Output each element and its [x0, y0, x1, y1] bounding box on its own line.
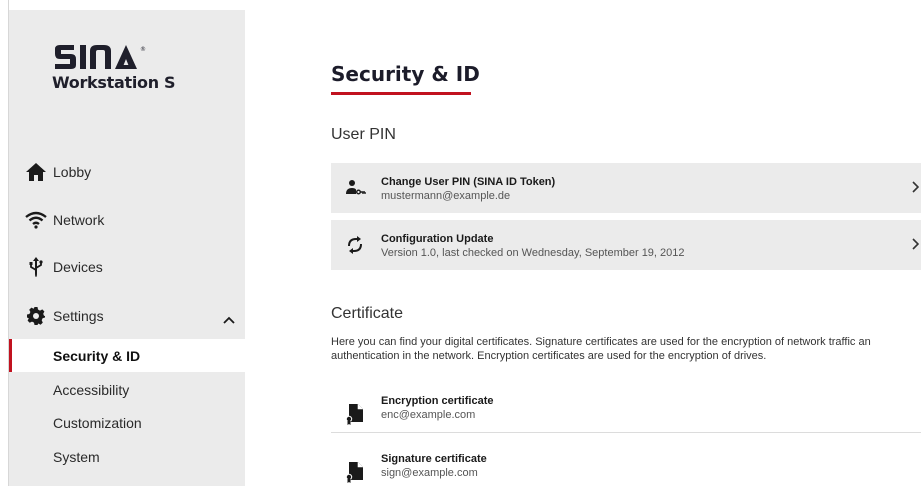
sidebar-subitem-label: Customization: [53, 414, 142, 431]
chevron-right-icon: [911, 181, 920, 196]
sidebar-subitem-customization[interactable]: Customization: [9, 406, 245, 439]
chevron-up-icon[interactable]: [223, 311, 235, 329]
certificate-description: Here you can find your digital certifica…: [331, 336, 871, 362]
sidebar-subitem-security-id[interactable]: Security & ID: [9, 339, 245, 372]
page-title: Security & ID: [331, 62, 480, 86]
main-content: Security & ID User PIN Change User PIN (…: [331, 0, 921, 486]
sidebar-item-label: Settings: [53, 308, 104, 324]
certificate-title: Signature certificate: [381, 453, 487, 465]
sina-logo-mark: ®: [52, 43, 152, 71]
sync-icon: [343, 233, 367, 257]
card-title: Configuration Update: [381, 233, 494, 245]
certificate-title: Encryption certificate: [381, 395, 494, 407]
card-title: Change User PIN (SINA ID Token): [381, 176, 556, 188]
sidebar-subitem-label: System: [53, 448, 100, 465]
section-heading-certificate: Certificate: [331, 305, 404, 322]
certificate-icon: [345, 460, 365, 484]
card-subtitle: mustermann@example.de: [381, 190, 511, 202]
sidebar-subitem-label: Accessibility: [53, 381, 130, 398]
sidebar-subitem-system[interactable]: System: [9, 440, 245, 473]
home-icon: [24, 160, 48, 184]
gear-icon: [24, 304, 48, 328]
encryption-certificate-row[interactable]: Encryption certificate enc@example.com: [331, 392, 921, 436]
user-key-icon: [343, 176, 367, 200]
product-name: Workstation S: [52, 73, 176, 92]
window-edge: [0, 0, 8, 486]
sidebar-item-devices[interactable]: Devices: [9, 247, 245, 287]
certificate-subtitle: sign@example.com: [381, 467, 478, 479]
section-heading-user-pin: User PIN: [331, 126, 396, 143]
card-subtitle: Version 1.0, last checked on Wednesday, …: [381, 247, 685, 259]
sidebar-item-label: Lobby: [53, 164, 92, 180]
divider: [331, 432, 921, 433]
brand-logo: ® Workstation S: [52, 43, 212, 92]
certificate-subtitle: enc@example.com: [381, 409, 476, 421]
sidebar-item-settings[interactable]: Settings: [9, 296, 245, 336]
change-user-pin-card[interactable]: Change User PIN (SINA ID Token) musterma…: [331, 163, 921, 213]
title-underline: [331, 92, 471, 95]
svg-text:®: ®: [140, 46, 146, 53]
sidebar-subitem-label: Security & ID: [53, 347, 141, 364]
sidebar-item-lobby[interactable]: Lobby: [9, 152, 245, 192]
usb-icon: [24, 255, 48, 279]
certificate-icon: [345, 402, 365, 426]
sidebar-item-network[interactable]: Network: [9, 200, 245, 240]
sidebar-item-label: Devices: [53, 259, 103, 275]
configuration-update-card[interactable]: Configuration Update Version 1.0, last c…: [331, 220, 921, 270]
sidebar-subitem-accessibility[interactable]: Accessibility: [9, 373, 245, 406]
wifi-icon: [24, 208, 48, 232]
chevron-right-icon: [911, 238, 920, 253]
signature-certificate-row[interactable]: Signature certificate sign@example.com: [331, 450, 921, 486]
sina-logo-graphic: ®: [55, 45, 146, 69]
sidebar-item-label: Network: [53, 212, 105, 228]
